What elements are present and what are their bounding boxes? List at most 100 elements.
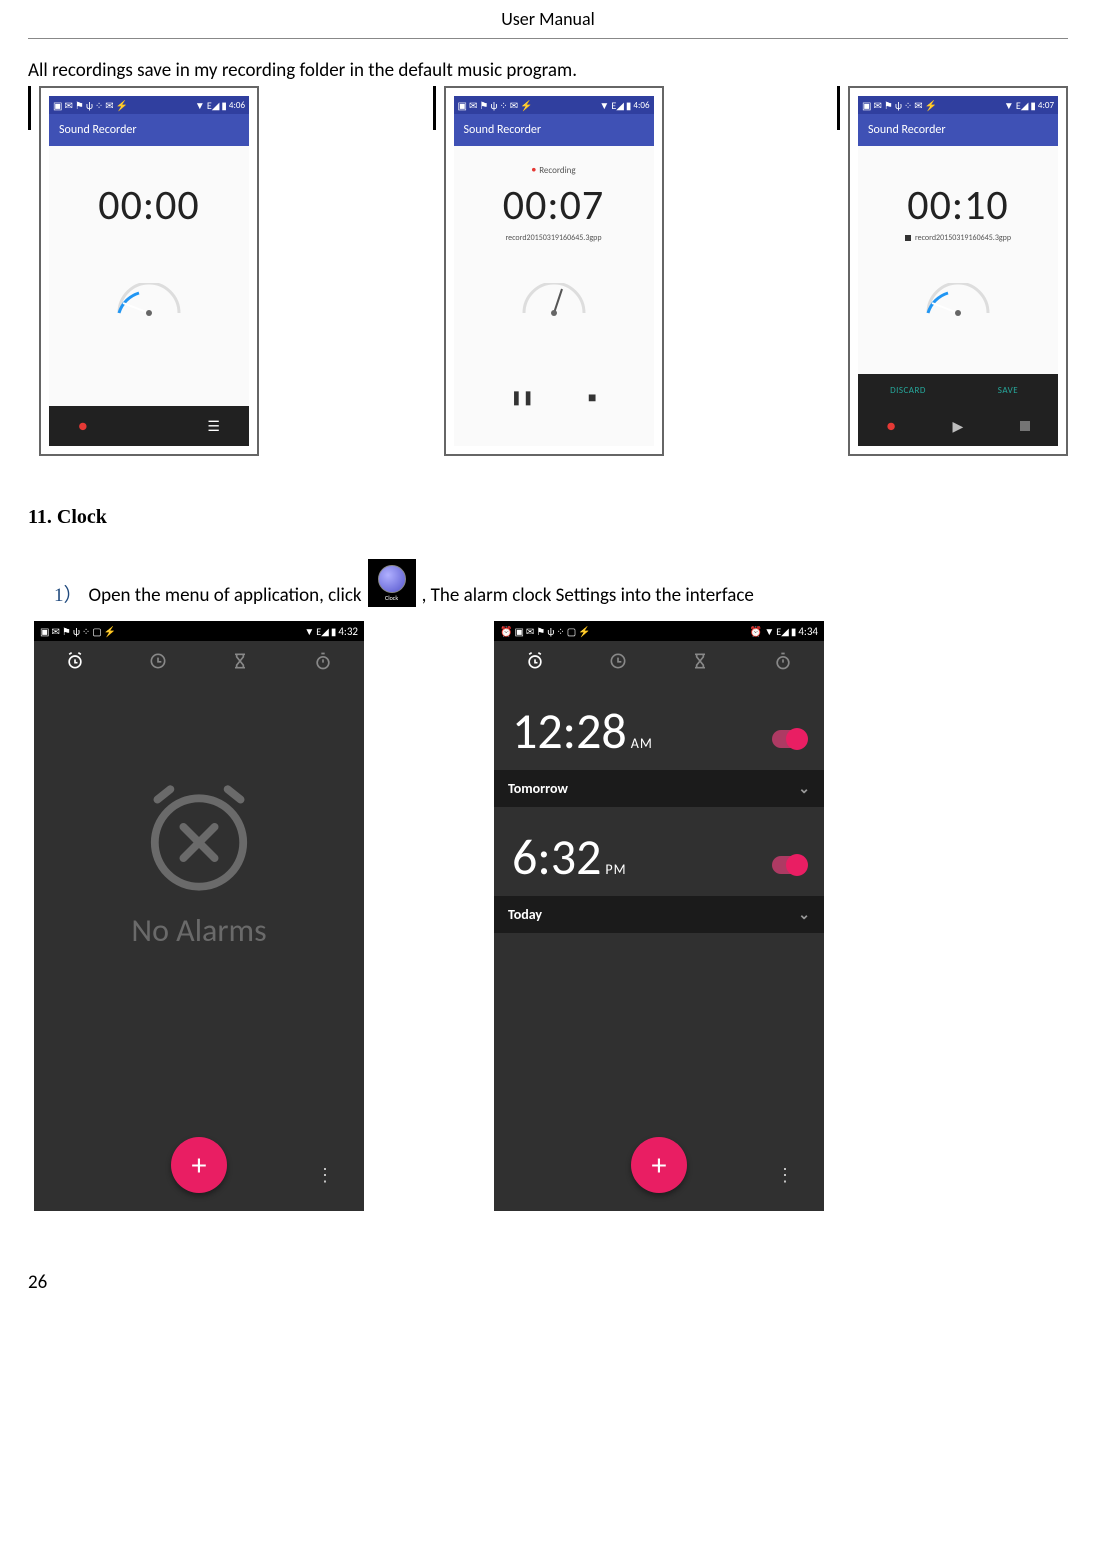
discard-button[interactable]: DISCARD bbox=[858, 374, 958, 406]
alarm-tab-icon[interactable] bbox=[65, 651, 85, 671]
status-time: 4:32 bbox=[338, 625, 358, 638]
alarm-tab-icon[interactable] bbox=[525, 651, 545, 671]
alarm-toggle[interactable] bbox=[772, 730, 806, 748]
stop-button[interactable] bbox=[1020, 421, 1030, 431]
chevron-down-icon[interactable]: ⌄ bbox=[798, 906, 810, 923]
gallery-icon: ▣ bbox=[40, 625, 49, 638]
wifi-icon: ▼ bbox=[195, 99, 205, 112]
signal-icon: E◢ bbox=[776, 625, 789, 638]
flag-icon: ⚑ bbox=[479, 99, 488, 112]
step-text-a: Open the menu of application, click bbox=[89, 584, 362, 607]
plug-icon: ⚡ bbox=[578, 625, 590, 638]
play-button[interactable]: ▶ bbox=[952, 418, 963, 435]
stop-button[interactable]: ■ bbox=[588, 389, 596, 406]
flag-icon: ⚑ bbox=[62, 625, 71, 638]
status-bar: ▣ ✉ ⚑ ψ ⁘ ✉ ⚡ ▼ E◢ ▮ 4:06 bbox=[454, 96, 654, 114]
page-content: All recordings save in my recording fold… bbox=[0, 39, 1096, 1231]
page-header: User Manual bbox=[28, 0, 1068, 39]
mail-icon: ✉ bbox=[51, 625, 59, 638]
record-button[interactable]: ● bbox=[78, 417, 88, 436]
clock-tab-icon[interactable] bbox=[148, 651, 168, 671]
page-number: 26 bbox=[0, 1231, 1096, 1314]
status-bar: ▣ ✉ ⚑ ψ ⁘ ✉ ⚡ ▼ E◢ ▮ 4:06 bbox=[49, 96, 249, 114]
status-bar: ▣ ✉ ⚑ ψ ⁘ ✉ ⚡ ▼ E◢ ▮ 4:07 bbox=[858, 96, 1058, 114]
plug-icon: ⚡ bbox=[104, 625, 116, 638]
vu-meter-icon bbox=[514, 283, 594, 323]
gallery-icon: ▣ bbox=[514, 625, 523, 638]
recording-filename: record20150319160645.3gpp bbox=[505, 233, 601, 243]
mail-icon: ✉ bbox=[64, 99, 72, 112]
alarm-day-label: Tomorrow bbox=[508, 780, 568, 797]
screenshot-frame: ▣ ✉ ⚑ ψ ⁘ ✉ ⚡ ▼ E◢ ▮ 4:06 bbox=[444, 86, 664, 456]
screenshot-frame: ▣ ✉ ⚑ ψ ⁘ ✉ ⚡ ▼ E◢ ▮ 4:07 bbox=[848, 86, 1068, 456]
alarm-item[interactable]: 12:28AM Tomorrow ⌄ bbox=[494, 681, 824, 807]
chevron-down-icon[interactable]: ⌄ bbox=[798, 780, 810, 797]
overflow-menu-icon[interactable]: ⋮ bbox=[316, 1173, 334, 1177]
recorder-timer: 00:10 bbox=[907, 180, 1008, 231]
recorder-screenshot-row: ▣ ✉ ⚑ ψ ⁘ ✉ ⚡ ▼ E◢ ▮ 4:06 bbox=[28, 86, 1068, 456]
usb-icon: ψ bbox=[490, 99, 497, 112]
wifi-icon: ▼ bbox=[304, 625, 314, 638]
clock-screenshot-row: ▣ ✉ ⚑ ψ ⁘ ▢ ⚡ ▼ E◢ ▮ 4:32 bbox=[34, 621, 1068, 1211]
recording-dot-icon: ● bbox=[531, 165, 536, 175]
clock-screenshot-alarms: ⏰ ▣ ✉ ⚑ ψ ⁘ ▢ ⚡ ⏰ ▼ E◢ ▮ 4:34 bbox=[494, 621, 824, 1211]
alarm-time-value: 12:28 bbox=[512, 701, 627, 762]
vertical-bar-icon bbox=[433, 86, 436, 130]
timer-tab-icon[interactable] bbox=[230, 651, 250, 671]
mail-icon: ✉ bbox=[526, 625, 534, 638]
signal-icon: E◢ bbox=[1016, 99, 1029, 112]
stopwatch-tab-icon[interactable] bbox=[773, 651, 793, 671]
save-button[interactable]: SAVE bbox=[958, 374, 1058, 406]
plug-icon: ⚡ bbox=[925, 99, 937, 112]
usb-icon: ψ bbox=[547, 625, 554, 638]
plus-icon: + bbox=[192, 1147, 207, 1184]
overflow-menu-icon[interactable]: ⋮ bbox=[776, 1173, 794, 1177]
clock-icon-label: Clock bbox=[385, 594, 398, 602]
signal-icon: E◢ bbox=[207, 99, 220, 112]
alarm-toggle[interactable] bbox=[772, 856, 806, 874]
battery-icon: ▮ bbox=[1030, 99, 1036, 112]
add-alarm-fab[interactable]: + bbox=[631, 1137, 687, 1193]
step-number: 1） bbox=[54, 580, 83, 607]
status-time: 4:06 bbox=[633, 100, 649, 111]
step-text-b: , The alarm clock Settings into the inte… bbox=[422, 584, 754, 607]
record-button[interactable]: ● bbox=[886, 417, 896, 436]
alarm-set-icon: ⏰ bbox=[750, 625, 762, 638]
chat-icon: ⁘ bbox=[556, 625, 564, 638]
alarm-ampm: PM bbox=[605, 861, 626, 878]
vertical-bar-icon bbox=[837, 86, 840, 130]
add-alarm-fab[interactable]: + bbox=[171, 1137, 227, 1193]
flag-icon: ⚑ bbox=[75, 99, 84, 112]
chat-icon: ⁘ bbox=[82, 625, 90, 638]
list-icon[interactable]: ☰ bbox=[207, 418, 220, 435]
alarm-item[interactable]: 6:32PM Today ⌄ bbox=[494, 807, 824, 933]
status-bar: ▣ ✉ ⚑ ψ ⁘ ▢ ⚡ ▼ E◢ ▮ 4:32 bbox=[34, 621, 364, 641]
clock-tab-icon[interactable] bbox=[608, 651, 628, 671]
battery-icon: ▮ bbox=[221, 99, 227, 112]
app-bar: Sound Recorder bbox=[454, 114, 654, 146]
chat-icon: ⁘ bbox=[499, 99, 507, 112]
usb-icon: ψ bbox=[895, 99, 902, 112]
stopwatch-tab-icon[interactable] bbox=[313, 651, 333, 671]
app-bar: Sound Recorder bbox=[49, 114, 249, 146]
wifi-icon: ▼ bbox=[1004, 99, 1014, 112]
step-one: 1） Open the menu of application, click C… bbox=[54, 559, 1068, 607]
plug-icon: ⚡ bbox=[116, 99, 128, 112]
clock-screenshot-empty: ▣ ✉ ⚑ ψ ⁘ ▢ ⚡ ▼ E◢ ▮ 4:32 bbox=[34, 621, 364, 1211]
wifi-icon: ▼ bbox=[599, 99, 609, 112]
pause-button[interactable]: ❚❚ bbox=[511, 389, 534, 406]
plus-icon: + bbox=[652, 1147, 667, 1184]
app-bar: Sound Recorder bbox=[858, 114, 1058, 146]
vu-meter-icon bbox=[109, 283, 189, 323]
status-time: 4:34 bbox=[798, 625, 818, 638]
screenshot-frame: ▣ ✉ ⚑ ψ ⁘ ✉ ⚡ ▼ E◢ ▮ 4:06 bbox=[39, 86, 259, 456]
spacer bbox=[146, 417, 150, 436]
signal-icon: E◢ bbox=[316, 625, 329, 638]
recorder-timer: 00:07 bbox=[503, 180, 604, 231]
alarm-day-label: Today bbox=[508, 906, 542, 923]
mail-icon: ✉ bbox=[873, 99, 881, 112]
battery-icon: ▮ bbox=[791, 625, 797, 638]
mail-icon: ✉ bbox=[105, 99, 113, 112]
timer-tab-icon[interactable] bbox=[690, 651, 710, 671]
flag-icon: ⚑ bbox=[536, 625, 545, 638]
